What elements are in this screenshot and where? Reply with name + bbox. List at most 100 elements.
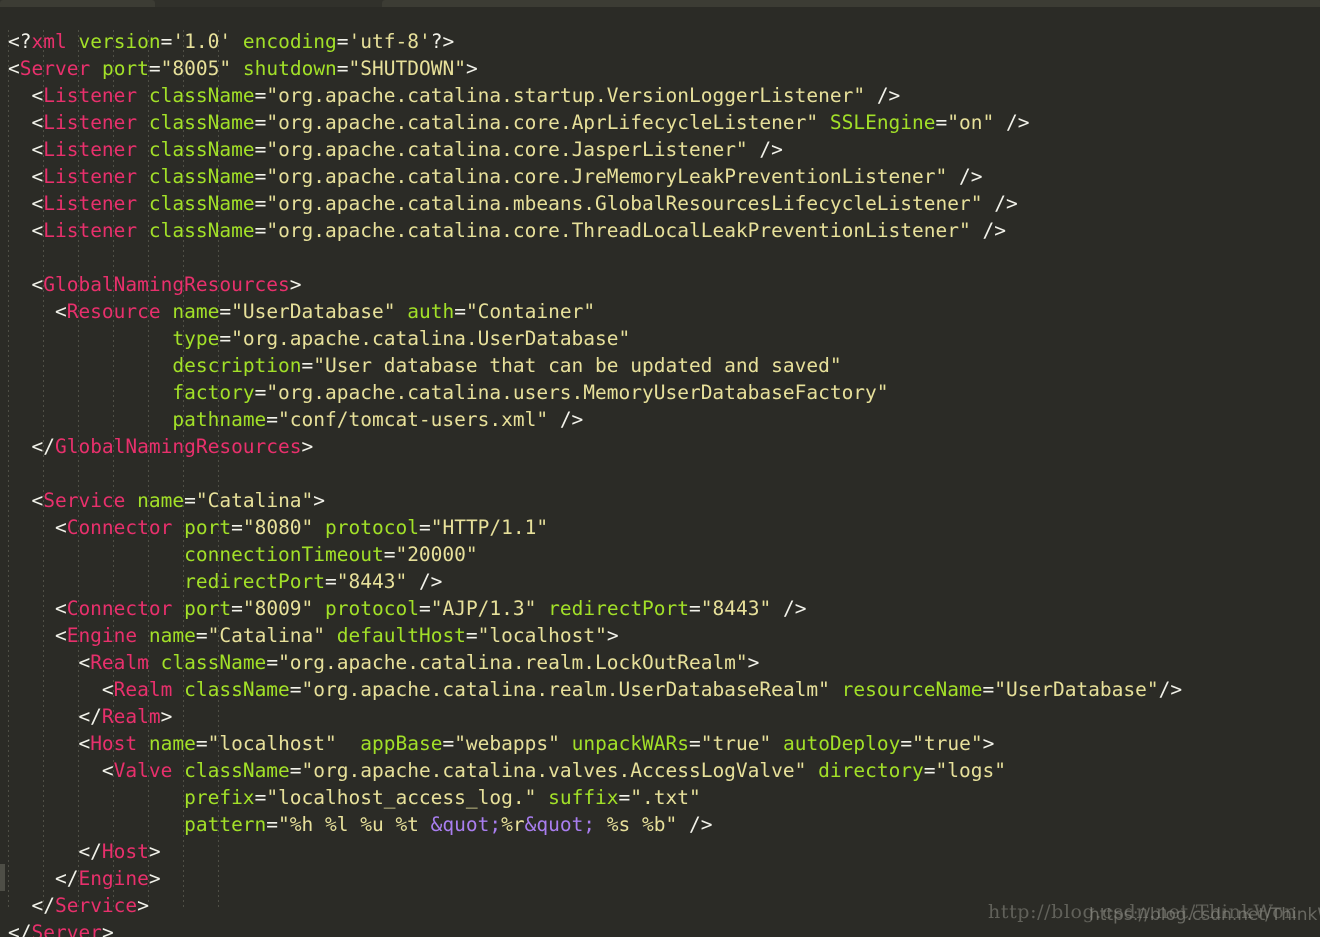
token-punc: /> <box>994 110 1030 134</box>
token-val: "localhost" <box>477 623 607 647</box>
code-line[interactable]: <Server port="8005" shutdown="SHUTDOWN"> <box>8 55 1182 82</box>
token-punc: </ <box>8 839 102 863</box>
code-line[interactable]: <Service name="Catalina"> <box>8 487 1182 514</box>
code-line[interactable]: <Listener className="org.apache.catalina… <box>8 163 1182 190</box>
code-line[interactable]: </Service> <box>8 892 1182 919</box>
token-tag: Listener <box>43 83 138 107</box>
code-line[interactable]: connectionTimeout="20000" <box>8 541 1182 568</box>
token-attr: type <box>172 326 220 350</box>
token-tag: Listener <box>43 137 138 161</box>
token-punc <box>137 192 149 215</box>
token-tag: Connector <box>66 596 173 620</box>
token-punc: = <box>231 515 243 539</box>
token-punc: = <box>148 56 161 80</box>
token-punc: < <box>8 164 44 188</box>
token-punc: = <box>219 299 232 323</box>
code-line[interactable]: <Connector port="8009" protocol="AJP/1.3… <box>8 595 1182 622</box>
token-punc <box>172 678 184 701</box>
code-line[interactable]: <Realm className="org.apache.catalina.re… <box>8 649 1182 676</box>
code-line[interactable]: </Host> <box>8 838 1182 865</box>
code-editor[interactable]: <?xml version='1.0' encoding='utf-8'?> <S… <box>0 0 1320 937</box>
token-val: "true" <box>700 731 772 755</box>
code-line[interactable]: description="User database that can be u… <box>8 352 1182 379</box>
code-line[interactable]: <Listener className="org.apache.catalina… <box>8 82 1182 109</box>
token-punc: = <box>336 29 349 53</box>
code-line[interactable]: type="org.apache.catalina.UserDatabase" <box>8 325 1182 352</box>
token-attr: shutdown <box>242 56 337 80</box>
code-line[interactable]: <Listener className="org.apache.catalina… <box>8 217 1182 244</box>
editor-tab-right[interactable] <box>382 0 1320 7</box>
token-val: "8005" <box>160 56 232 80</box>
code-line[interactable]: <Valve className="org.apache.catalina.va… <box>8 757 1182 784</box>
token-attr: className <box>148 110 255 134</box>
token-punc <box>771 732 783 755</box>
code-line[interactable]: <Resource name="UserDatabase" auth="Cont… <box>8 298 1182 325</box>
code-line-blank[interactable]: ​ <box>8 460 1182 487</box>
token-val: "on" <box>947 110 995 134</box>
code-line[interactable]: </GlobalNamingResources> <box>8 433 1182 460</box>
token-punc: = <box>195 623 208 647</box>
token-tag: Listener <box>43 164 138 188</box>
code-line[interactable]: <Listener className="org.apache.catalina… <box>8 190 1182 217</box>
token-val: "HTTP/1.1" <box>430 515 549 539</box>
token-punc <box>313 597 325 620</box>
code-line[interactable]: factory="org.apache.catalina.users.Memor… <box>8 379 1182 406</box>
code-content[interactable]: <?xml version='1.0' encoding='utf-8'?> <S… <box>8 28 1182 937</box>
token-val: "SHUTDOWN" <box>348 56 466 80</box>
code-line[interactable]: pattern="%h %l %u %t &quot;%r&quot; %s %… <box>8 811 1182 838</box>
code-line-blank[interactable]: ​ <box>8 244 1182 271</box>
token-attr: description <box>172 353 302 377</box>
code-line[interactable]: </Realm> <box>8 703 1182 730</box>
code-line[interactable]: redirectPort="8443" /> <box>8 568 1182 595</box>
code-line[interactable]: <GlobalNamingResources> <box>8 271 1182 298</box>
code-line[interactable]: <Engine name="Catalina" defaultHost="loc… <box>8 622 1182 649</box>
token-punc: < <box>8 272 44 296</box>
code-line[interactable]: <Connector port="8080" protocol="HTTP/1.… <box>8 514 1182 541</box>
token-punc: < <box>8 488 44 512</box>
token-val: "org.apache.catalina.startup.VersionLogg… <box>266 83 866 107</box>
token-punc: = <box>231 596 243 620</box>
code-line[interactable]: <Listener className="org.apache.catalina… <box>8 136 1182 163</box>
token-tag: Listener <box>43 110 138 134</box>
token-val: "User database that can be updated and s… <box>313 353 842 377</box>
token-val: "org.apache.catalina.realm.LockOutRealm" <box>278 650 748 674</box>
code-line[interactable]: <Realm className="org.apache.catalina.re… <box>8 676 1182 703</box>
code-line[interactable]: </Server> <box>8 919 1182 937</box>
token-val: "org.apache.catalina.core.JreMemoryLeakP… <box>266 164 948 188</box>
editor-tab-strip[interactable] <box>0 0 1320 7</box>
vertical-scrollbar-thumb[interactable] <box>0 864 5 891</box>
token-attr: className <box>148 218 255 242</box>
token-punc: < <box>8 623 67 647</box>
token-punc: = <box>254 218 267 242</box>
code-line[interactable]: prefix="localhost_access_log." suffix=".… <box>8 784 1182 811</box>
token-punc: > <box>137 893 149 917</box>
token-punc <box>137 624 149 647</box>
code-line[interactable]: pathname="conf/tomcat-users.xml" /> <box>8 406 1182 433</box>
token-attr: className <box>160 650 267 674</box>
token-punc: = <box>254 191 267 215</box>
token-punc: > <box>289 272 302 296</box>
token-attr: protocol <box>325 515 419 539</box>
code-line[interactable]: <Listener className="org.apache.catalina… <box>8 109 1182 136</box>
token-punc: = <box>418 596 431 620</box>
token-attr: name <box>148 731 196 755</box>
token-punc <box>67 30 79 53</box>
token-val: "UserDatabase" <box>231 299 396 323</box>
token-attr: factory <box>172 380 255 404</box>
editor-tab-left[interactable] <box>0 0 155 7</box>
token-punc: = <box>254 110 267 134</box>
code-line[interactable]: <Host name="localhost" appBase="webapps"… <box>8 730 1182 757</box>
token-punc: </ <box>8 920 32 937</box>
token-ent: &quot; <box>524 812 596 836</box>
code-line[interactable]: <?xml version='1.0' encoding='utf-8'?> <box>8 28 1182 55</box>
token-punc: < <box>8 56 20 80</box>
token-punc: /> <box>548 407 584 431</box>
token-punc: > <box>160 704 173 728</box>
token-punc: = <box>418 515 431 539</box>
token-attr: defaultHost <box>336 623 466 647</box>
code-line[interactable]: </Engine> <box>8 865 1182 892</box>
token-tag: Host <box>101 839 149 863</box>
token-punc: < <box>8 137 44 161</box>
token-tag: Engine <box>66 623 138 647</box>
token-punc: = <box>289 758 302 782</box>
